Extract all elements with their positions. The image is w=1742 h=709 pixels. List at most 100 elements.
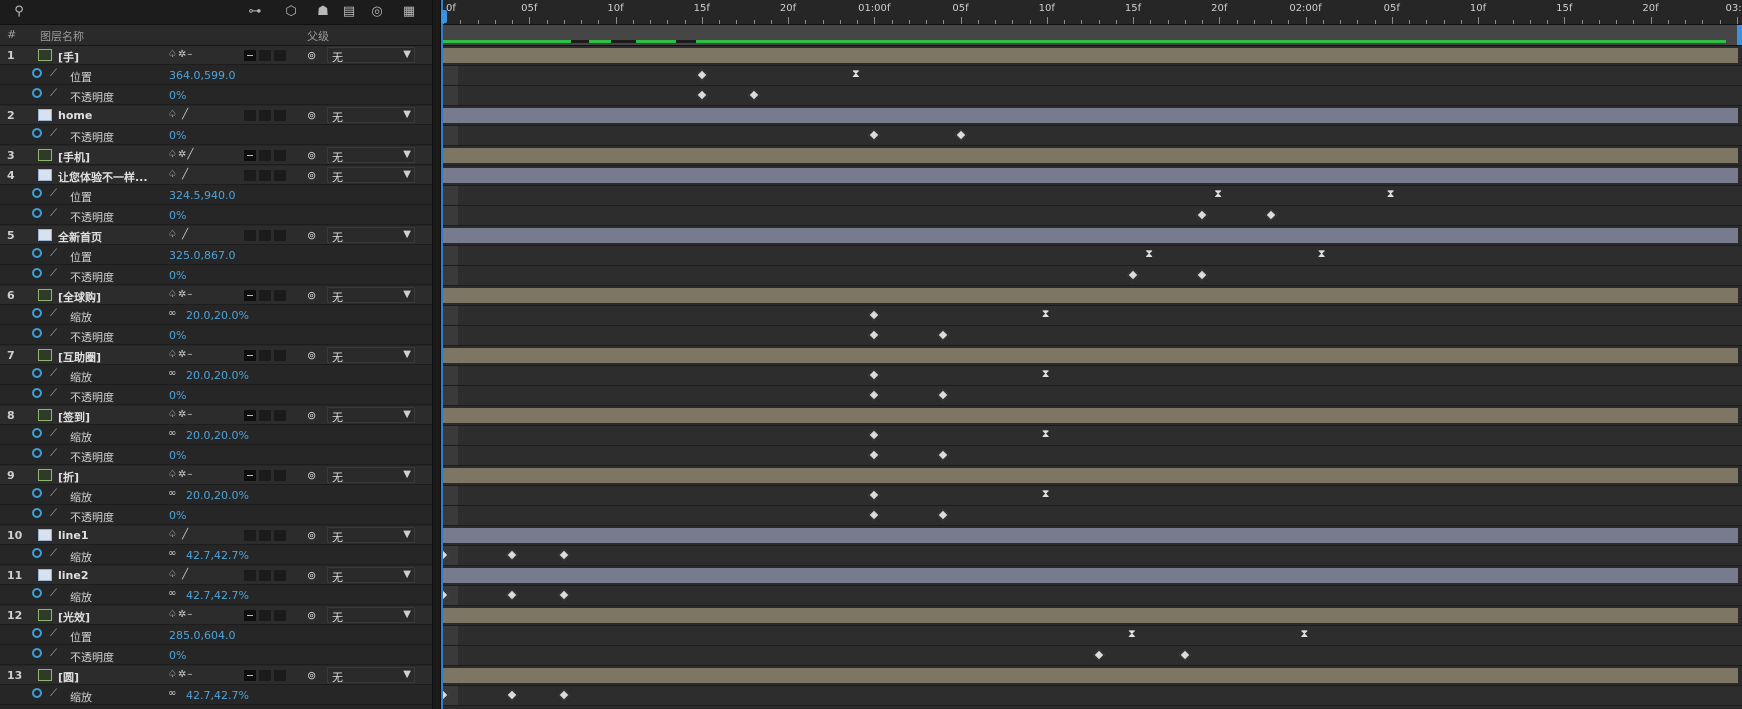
layer-duration-bar[interactable] <box>443 348 1738 363</box>
mode-toggle[interactable] <box>274 290 286 301</box>
graph-icon[interactable]: ⟋ <box>50 248 57 259</box>
keyframe[interactable] <box>937 509 949 521</box>
mode-toggle[interactable] <box>244 410 256 421</box>
layer-duration-bar[interactable] <box>443 48 1738 63</box>
ease-keyframe[interactable] <box>1042 487 1052 501</box>
pick-whip-icon[interactable]: ⊚ <box>307 669 316 682</box>
parent-select[interactable]: 无 ▼ <box>327 287 415 304</box>
mode-toggle[interactable] <box>274 470 286 481</box>
layer-switches[interactable]: ♤ ╱ <box>168 109 189 120</box>
property-value[interactable]: 0% <box>169 269 186 282</box>
mode-toggle[interactable] <box>244 570 256 581</box>
layer-name[interactable]: [手机] <box>58 149 90 165</box>
property-value[interactable]: 42.7,42.7% <box>186 549 249 562</box>
layer-switches[interactable]: ♤✲– <box>168 49 193 60</box>
graph-icon[interactable]: ⟋ <box>50 368 57 379</box>
layer-row[interactable]: 12 [光效] ♤✲– ⊚ 无 ▼ <box>0 606 432 625</box>
property-row[interactable]: ⟋ 不透明度 0% <box>0 646 432 665</box>
graph-icon[interactable]: ⟋ <box>50 628 57 639</box>
work-area-bar[interactable] <box>441 25 1742 46</box>
layer-row[interactable]: 7 [互助圈] ♤✲– ⊚ 无 ▼ <box>0 346 432 365</box>
property-row[interactable]: ⟋ 不透明度 0% <box>0 326 432 345</box>
playhead-handle[interactable] <box>441 10 447 23</box>
keyframe[interactable] <box>558 689 570 701</box>
mode-switches[interactable] <box>244 230 289 243</box>
mode-toggle[interactable] <box>244 670 256 681</box>
mode-toggle[interactable] <box>259 410 271 421</box>
layer-row[interactable]: 2 home ♤ ╱ ⊚ 无 ▼ <box>0 106 432 125</box>
property-value[interactable]: 285.0,604.0 <box>169 629 235 642</box>
layer-duration-bar[interactable] <box>443 668 1738 683</box>
ease-keyframe[interactable] <box>852 67 862 81</box>
property-value[interactable]: 324.5,940.0 <box>169 189 235 202</box>
stopwatch-icon[interactable] <box>32 208 42 218</box>
mode-toggle[interactable] <box>244 610 256 621</box>
property-value[interactable]: 20.0,20.0% <box>186 309 249 322</box>
layer-switches[interactable]: ♤ ╱ <box>168 529 189 540</box>
mode-toggle[interactable] <box>244 470 256 481</box>
property-value[interactable]: 0% <box>169 129 186 142</box>
property-row[interactable]: ⟋ 位置 364.0,599.0 <box>0 66 432 85</box>
keyframe[interactable] <box>747 89 760 101</box>
property-row[interactable]: ⟋ 缩放 ∞ 42.7,42.7% <box>0 586 432 605</box>
stopwatch-icon[interactable] <box>32 628 42 638</box>
graph-icon[interactable]: ⟋ <box>50 268 57 279</box>
keyframe[interactable] <box>696 69 708 81</box>
property-row[interactable]: ⟋ 缩放 ∞ 20.0,20.0% <box>0 486 432 505</box>
mode-toggle[interactable] <box>259 570 271 581</box>
keyframe[interactable] <box>1265 209 1277 221</box>
keyframe[interactable] <box>1196 209 1208 221</box>
mode-toggle[interactable] <box>259 350 271 361</box>
mode-switches[interactable] <box>244 350 289 363</box>
parent-select[interactable]: 无 ▼ <box>327 407 415 424</box>
layer-switches[interactable]: ♤✲– <box>168 469 193 480</box>
keyframe[interactable] <box>868 369 880 381</box>
keyframe[interactable] <box>868 329 880 341</box>
ease-keyframe[interactable] <box>1145 247 1155 261</box>
property-row[interactable]: ⟋ 缩放 ∞ 42.7,42.7% <box>0 546 432 565</box>
property-value[interactable]: 20.0,20.0% <box>186 369 249 382</box>
ease-keyframe[interactable] <box>1042 307 1052 321</box>
graph-icon[interactable]: ⟋ <box>50 328 57 339</box>
constrain-proportions-icon[interactable]: ∞ <box>168 428 176 439</box>
stopwatch-icon[interactable] <box>32 548 42 558</box>
layer-switches[interactable]: ♤✲╱ <box>168 149 194 160</box>
mode-toggle[interactable] <box>244 150 256 161</box>
mode-switches[interactable] <box>244 150 289 163</box>
keyframe[interactable] <box>868 389 880 401</box>
stopwatch-icon[interactable] <box>32 448 42 458</box>
parent-select[interactable]: 无 ▼ <box>327 107 415 124</box>
motion-blur-icon[interactable]: ◎ <box>368 3 386 21</box>
property-value[interactable]: 20.0,20.0% <box>186 429 249 442</box>
graph-icon[interactable]: ⟋ <box>50 688 57 699</box>
pick-whip-icon[interactable]: ⊚ <box>307 169 316 182</box>
pick-whip-icon[interactable]: ⊚ <box>307 349 316 362</box>
keyframe[interactable] <box>506 589 518 601</box>
graph-icon[interactable]: ⟋ <box>50 208 57 219</box>
constrain-proportions-icon[interactable]: ∞ <box>168 588 176 599</box>
property-value[interactable]: 0% <box>169 389 186 402</box>
layer-duration-bar[interactable] <box>443 408 1738 423</box>
mode-toggle[interactable] <box>274 530 286 541</box>
ease-keyframe[interactable] <box>1387 187 1397 201</box>
property-row[interactable]: ⟋ 缩放 ∞ 20.0,20.0% <box>0 306 432 325</box>
mode-switches[interactable] <box>244 470 289 483</box>
parent-select[interactable]: 无 ▼ <box>327 567 415 584</box>
mode-toggle[interactable] <box>274 50 286 61</box>
mode-switches[interactable] <box>244 530 289 543</box>
layer-row[interactable]: 10 line1 ♤ ╱ ⊚ 无 ▼ <box>0 526 432 545</box>
layer-duration-bar[interactable] <box>443 528 1738 543</box>
3d-cube-icon[interactable]: ⬡ <box>282 3 300 21</box>
mode-toggle[interactable] <box>244 350 256 361</box>
stopwatch-icon[interactable] <box>32 308 42 318</box>
stopwatch-icon[interactable] <box>32 68 42 78</box>
mode-toggle[interactable] <box>274 110 286 121</box>
pick-whip-icon[interactable]: ⊚ <box>307 409 316 422</box>
keyframe[interactable] <box>868 449 880 461</box>
keyframe[interactable] <box>558 549 570 561</box>
property-row[interactable]: ⟋ 不透明度 0% <box>0 386 432 405</box>
parent-select[interactable]: 无 ▼ <box>327 467 415 484</box>
layer-row[interactable]: 13 [圆] ♤✲– ⊚ 无 ▼ <box>0 666 432 685</box>
mode-toggle[interactable] <box>259 670 271 681</box>
graph-icon[interactable]: ⟋ <box>50 648 57 659</box>
